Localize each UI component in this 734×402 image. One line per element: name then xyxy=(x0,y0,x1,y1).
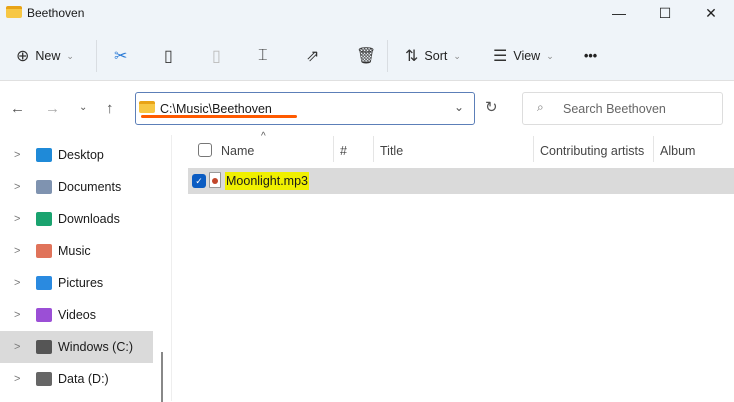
chevron-right-icon[interactable]: > xyxy=(0,373,36,385)
folder-icon xyxy=(36,340,52,354)
divider xyxy=(96,40,97,72)
chevron-right-icon[interactable]: > xyxy=(0,149,36,161)
plus-circle-icon: ⊕ xyxy=(16,48,30,65)
audio-file-icon xyxy=(209,172,221,188)
folder-icon xyxy=(36,308,52,322)
column-number[interactable]: # xyxy=(340,140,347,162)
sidebar-item-label: Pictures xyxy=(58,276,104,290)
sidebar-item-label: Videos xyxy=(58,308,96,322)
close-button[interactable]: ✕ xyxy=(688,2,734,24)
divider xyxy=(387,40,388,72)
folder-icon xyxy=(36,372,52,386)
chevron-right-icon[interactable]: > xyxy=(0,213,36,225)
address-path: C:\Music\Beethoven xyxy=(160,102,272,116)
divider xyxy=(373,136,374,162)
maximize-button[interactable]: ☐ xyxy=(642,2,688,24)
folder-icon xyxy=(6,6,22,18)
divider xyxy=(533,136,534,162)
back-button[interactable]: ← xyxy=(10,100,25,117)
folder-icon xyxy=(36,148,52,162)
paste-icon[interactable]: ▯ xyxy=(212,44,221,68)
refresh-button[interactable]: ↻ xyxy=(485,98,498,116)
column-album[interactable]: Album xyxy=(660,140,695,162)
sidebar-item-videos[interactable]: > Videos xyxy=(0,299,153,331)
forward-button[interactable]: → xyxy=(45,100,60,117)
file-name: Moonlight.mp3 xyxy=(225,172,309,190)
sidebar-item-label: Desktop xyxy=(58,148,104,162)
divider xyxy=(653,136,654,162)
select-all-checkbox[interactable] xyxy=(198,143,212,157)
search-input[interactable]: ⌕ Search Beethoven xyxy=(522,92,723,125)
new-label: New xyxy=(35,49,61,63)
chevron-right-icon[interactable]: > xyxy=(0,277,36,289)
file-row[interactable]: ✓ Moonlight.mp3 xyxy=(188,168,734,194)
sidebar-item-data-d[interactable]: > Data (D:) xyxy=(0,363,153,395)
divider xyxy=(333,136,334,162)
sort-button[interactable]: ⇅ Sort ⌄ xyxy=(405,44,461,68)
column-name[interactable]: Name xyxy=(221,140,254,162)
divider xyxy=(171,135,172,401)
folder-icon xyxy=(36,244,52,258)
chevron-down-icon: ⌄ xyxy=(546,50,554,61)
sidebar-item-label: Windows (C:) xyxy=(58,340,134,354)
view-button[interactable]: ☰ View ⌄ xyxy=(493,44,554,68)
folder-icon xyxy=(139,101,155,113)
folder-icon xyxy=(36,276,52,290)
cut-icon[interactable]: ✂ xyxy=(114,44,127,68)
folder-icon xyxy=(36,180,52,194)
chevron-right-icon[interactable]: > xyxy=(0,245,36,257)
chevron-right-icon[interactable]: > xyxy=(0,341,36,353)
chevron-down-icon: ⌄ xyxy=(66,50,74,61)
copy-icon[interactable]: ▯ xyxy=(164,44,173,68)
sort-ascending-icon: ^ xyxy=(261,131,266,142)
address-bar[interactable]: C:\Music\Beethoven ⌄ xyxy=(135,92,475,125)
sidebar-item-label: Documents xyxy=(58,180,122,194)
rename-icon[interactable]: ⌶ xyxy=(258,44,268,68)
up-button[interactable]: ↑ xyxy=(106,100,114,117)
row-checkbox[interactable]: ✓ xyxy=(192,174,206,188)
window-title: Beethoven xyxy=(27,6,85,20)
column-title[interactable]: Title xyxy=(380,140,403,162)
underline-annotation xyxy=(141,115,297,118)
new-button[interactable]: ⊕ New ⌄ xyxy=(16,44,74,68)
more-button[interactable]: ••• xyxy=(584,44,597,68)
chevron-down-icon[interactable]: ⌄ xyxy=(454,100,464,114)
sidebar-scrollbar[interactable] xyxy=(161,352,163,402)
sidebar-item-label: Data (D:) xyxy=(58,372,109,386)
sort-label: Sort xyxy=(424,49,448,63)
delete-icon[interactable]: 🗑 xyxy=(356,44,376,68)
folder-icon xyxy=(36,212,52,226)
search-icon: ⌕ xyxy=(537,100,544,114)
share-icon[interactable]: ⇗ xyxy=(306,44,319,68)
recent-dropdown[interactable]: ⌄ xyxy=(79,102,87,113)
chevron-right-icon[interactable]: > xyxy=(0,309,36,321)
chevron-down-icon: ⌄ xyxy=(453,50,461,61)
sidebar-item-desktop[interactable]: > Desktop xyxy=(0,139,153,171)
sort-icon: ⇅ xyxy=(405,48,419,65)
sidebar-item-windows-c[interactable]: > Windows (C:) xyxy=(0,331,153,363)
sidebar-item-music[interactable]: > Music xyxy=(0,235,153,267)
minimize-button[interactable]: — xyxy=(596,2,642,24)
sidebar-item-downloads[interactable]: > Downloads xyxy=(0,203,153,235)
sidebar-item-documents[interactable]: > Documents xyxy=(0,171,153,203)
sidebar-item-label: Downloads xyxy=(58,212,120,226)
sidebar-item-pictures[interactable]: > Pictures xyxy=(0,267,153,299)
sidebar-item-label: Music xyxy=(58,244,91,258)
column-artists[interactable]: Contributing artists xyxy=(540,140,644,162)
search-placeholder: Search Beethoven xyxy=(563,102,666,116)
chevron-right-icon[interactable]: > xyxy=(0,181,36,193)
view-icon: ☰ xyxy=(493,48,508,65)
view-label: View xyxy=(513,49,541,63)
